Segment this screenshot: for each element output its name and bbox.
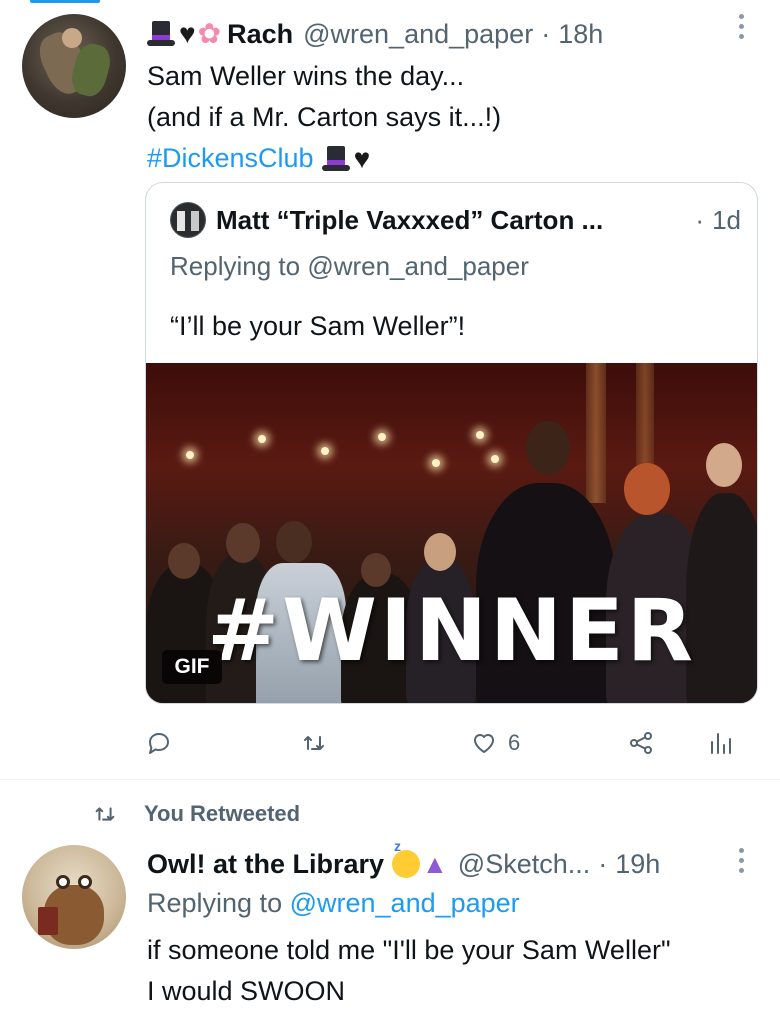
reply-button[interactable] (145, 728, 183, 758)
like-count: 6 (508, 730, 521, 755)
retweet-banner: You Retweeted (92, 797, 300, 831)
cherry-blossom-icon: ✿ (197, 18, 222, 49)
retweet-banner-label: You Retweeted (144, 801, 301, 826)
tweet-text-line: Sam Weller wins the day... (147, 61, 465, 91)
mage-icon: ▲ (422, 848, 448, 879)
tweet-text-line: I would SWOON (147, 976, 346, 1006)
time-separator: · (541, 18, 551, 49)
retweet-icon (304, 736, 324, 750)
avatar-owl[interactable] (22, 845, 126, 949)
share-button[interactable] (627, 728, 655, 758)
quoted-header: Matt “Triple Vaxxxed” Carton ... (170, 201, 603, 239)
more-options-icon[interactable] (733, 848, 749, 873)
author-handle[interactable]: @Sketch... (458, 849, 590, 880)
share-icon (630, 732, 652, 754)
author-handle[interactable]: @wren_and_paper (303, 19, 533, 50)
reply-icon (149, 733, 169, 754)
avatar-matt[interactable] (170, 202, 206, 238)
top-hat-icon (147, 20, 175, 48)
tweet-time[interactable]: 18h (558, 19, 603, 50)
hashtag-link[interactable]: #DickensClub (147, 138, 314, 179)
retweet-icon (95, 807, 115, 821)
author-name[interactable]: Rach (227, 19, 293, 50)
replying-to: Replying to @wren_and_paper (170, 251, 529, 282)
tweet-actions: 6 (145, 718, 755, 768)
gif-media[interactable]: #WINNER GIF (146, 363, 757, 703)
tweet-header: ♥ ✿ Rach @wren_and_paper · 18h (147, 14, 603, 54)
replying-to-handle[interactable]: @wren_and_paper (290, 888, 520, 918)
top-hat-icon (321, 145, 350, 173)
analytics-icon (711, 733, 731, 754)
replying-to-handle[interactable]: @wren_and_paper (307, 251, 529, 281)
tweet-text-line: (and if a Mr. Carton says it...!) (147, 102, 502, 132)
quoted-text: “I’ll be your Sam Weller”! (170, 311, 466, 341)
heart-icon (474, 734, 494, 753)
tweet-rach[interactable]: ♥ ✿ Rach @wren_and_paper · 18h Sam Welle… (0, 0, 780, 780)
tweet-text: Sam Weller wins the day... (and if a Mr.… (147, 56, 501, 179)
tweet-text-line: if someone told me "I'll be your Sam Wel… (147, 935, 671, 965)
quoted-author-name[interactable]: Matt “Triple Vaxxxed” Carton ... (216, 205, 603, 236)
tweet-time[interactable]: 19h (615, 849, 660, 880)
time-separator: · (598, 848, 608, 879)
analytics-button[interactable] (705, 728, 733, 758)
quoted-tweet[interactable]: Matt “Triple Vaxxxed” Carton ... · 1d Re… (145, 182, 758, 704)
more-options-icon[interactable] (733, 14, 749, 39)
gif-caption: #WINNER (207, 581, 696, 681)
author-name[interactable]: Owl! at the Library (147, 849, 384, 880)
replying-to-label: Replying to (170, 251, 301, 281)
like-button[interactable]: 6 (470, 728, 520, 758)
avatar-rach[interactable] (22, 14, 126, 118)
time-separator: · (695, 204, 705, 235)
gif-badge: GIF (162, 650, 222, 684)
quoted-time[interactable]: 1d (712, 205, 741, 236)
sleeping-face-icon (392, 838, 421, 878)
black-heart-icon: ♥ (353, 142, 371, 174)
replying-to-label: Replying to (147, 888, 283, 918)
tweet-header: Owl! at the Library ▲ @Sketch... · 19h (147, 838, 660, 884)
tweet-divider (0, 779, 780, 780)
black-heart-icon: ♥ (179, 18, 196, 49)
quoted-time-wrap: · 1d (695, 201, 741, 239)
tweet-text: if someone told me "I'll be your Sam Wel… (147, 930, 671, 1012)
retweet-button[interactable] (300, 728, 338, 758)
replying-to: Replying to @wren_and_paper (147, 888, 520, 919)
